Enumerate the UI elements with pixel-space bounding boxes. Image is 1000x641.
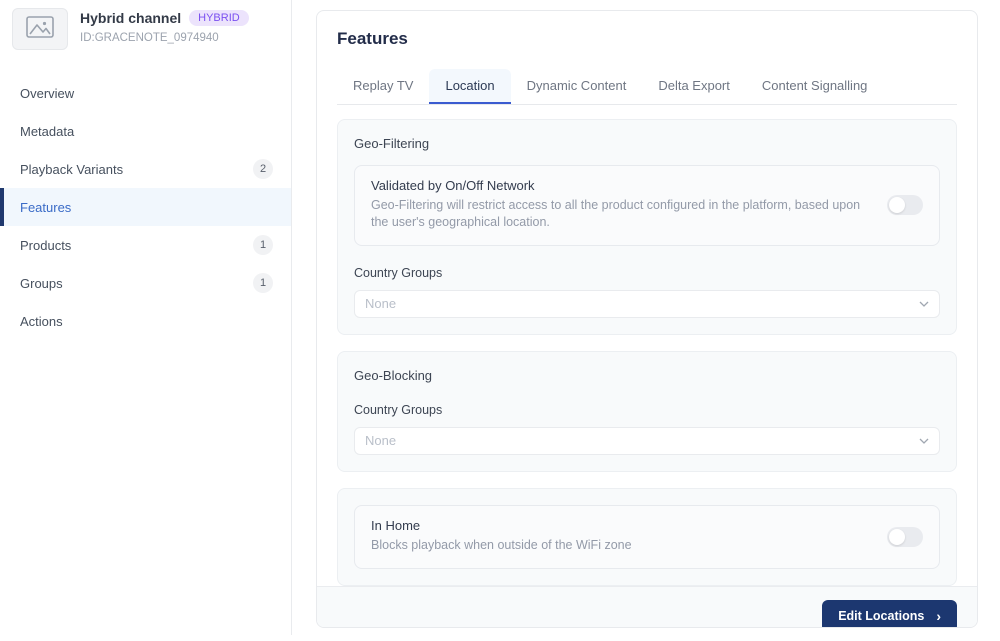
setting-title: Validated by On/Off Network xyxy=(371,178,879,193)
setting-description: Blocks playback when outside of the WiFi… xyxy=(371,537,879,554)
toggle-knob xyxy=(889,197,905,213)
edit-locations-label: Edit Locations xyxy=(838,609,924,623)
channel-thumbnail xyxy=(12,8,68,50)
count-badge: 1 xyxy=(253,273,273,293)
sidebar-item-actions[interactable]: Actions xyxy=(0,302,291,340)
in-home-card: In Home Blocks playback when outside of … xyxy=(354,505,940,569)
geo-filtering-country-groups-select[interactable]: None xyxy=(354,290,940,318)
tab-dynamic-content[interactable]: Dynamic Content xyxy=(511,69,643,104)
sidebar-item-label: Products xyxy=(20,238,71,253)
country-groups-label: Country Groups xyxy=(354,403,940,417)
section-title: Geo-Filtering xyxy=(354,136,940,151)
geo-blocking-country-groups-select[interactable]: None xyxy=(354,427,940,455)
image-placeholder-icon xyxy=(26,16,54,43)
sidebar-item-label: Features xyxy=(20,200,71,215)
sidebar-item-label: Metadata xyxy=(20,124,74,139)
channel-title: Hybrid channel xyxy=(80,10,181,26)
feature-tabs: Replay TV Location Dynamic Content Delta… xyxy=(337,69,957,105)
tab-location[interactable]: Location xyxy=(429,69,510,104)
count-badge: 2 xyxy=(253,159,273,179)
sidebar-item-label: Overview xyxy=(20,86,74,101)
toggle-knob xyxy=(889,529,905,545)
in-home-section: In Home Blocks playback when outside of … xyxy=(337,488,957,586)
sidebar-item-playback-variants[interactable]: Playback Variants 2 xyxy=(0,150,291,188)
sidebar-nav: Overview Metadata Playback Variants 2 Fe… xyxy=(0,74,291,340)
sidebar-item-groups[interactable]: Groups 1 xyxy=(0,264,291,302)
sidebar-item-products[interactable]: Products 1 xyxy=(0,226,291,264)
panel-footer: Edit Locations › xyxy=(317,586,977,628)
sidebar-item-overview[interactable]: Overview xyxy=(0,74,291,112)
sidebar: Hybrid channel HYBRID ID:GRACENOTE_09749… xyxy=(0,0,292,635)
select-value: None xyxy=(365,296,396,311)
tab-content-signalling[interactable]: Content Signalling xyxy=(746,69,884,104)
sidebar-item-metadata[interactable]: Metadata xyxy=(0,112,291,150)
select-value: None xyxy=(365,433,396,448)
sidebar-item-label: Actions xyxy=(20,314,63,329)
setting-title: In Home xyxy=(371,518,879,533)
edit-locations-button[interactable]: Edit Locations › xyxy=(822,600,957,628)
section-title: Geo-Blocking xyxy=(354,368,940,383)
chevron-right-icon: › xyxy=(936,609,941,623)
tab-delta-export[interactable]: Delta Export xyxy=(642,69,746,104)
channel-id: ID:GRACENOTE_0974940 xyxy=(80,32,249,44)
features-panel: Features Replay TV Location Dynamic Cont… xyxy=(316,10,978,628)
country-groups-label: Country Groups xyxy=(354,266,940,280)
chevron-down-icon xyxy=(919,301,929,307)
sidebar-item-label: Playback Variants xyxy=(20,162,123,177)
sidebar-item-label: Groups xyxy=(20,276,63,291)
channel-type-badge: HYBRID xyxy=(189,10,249,26)
count-badge: 1 xyxy=(253,235,273,255)
sidebar-item-features[interactable]: Features xyxy=(0,188,291,226)
in-home-toggle[interactable] xyxy=(887,527,923,547)
page-title: Features xyxy=(337,29,957,49)
geo-blocking-section: Geo-Blocking Country Groups None xyxy=(337,351,957,472)
channel-header: Hybrid channel HYBRID ID:GRACENOTE_09749… xyxy=(0,0,291,64)
chevron-down-icon xyxy=(919,438,929,444)
tab-replay-tv[interactable]: Replay TV xyxy=(337,69,429,104)
setting-description: Geo-Filtering will restrict access to al… xyxy=(371,197,879,231)
geo-filtering-toggle[interactable] xyxy=(887,195,923,215)
validated-network-card: Validated by On/Off Network Geo-Filterin… xyxy=(354,165,940,246)
geo-filtering-section: Geo-Filtering Validated by On/Off Networ… xyxy=(337,119,957,335)
